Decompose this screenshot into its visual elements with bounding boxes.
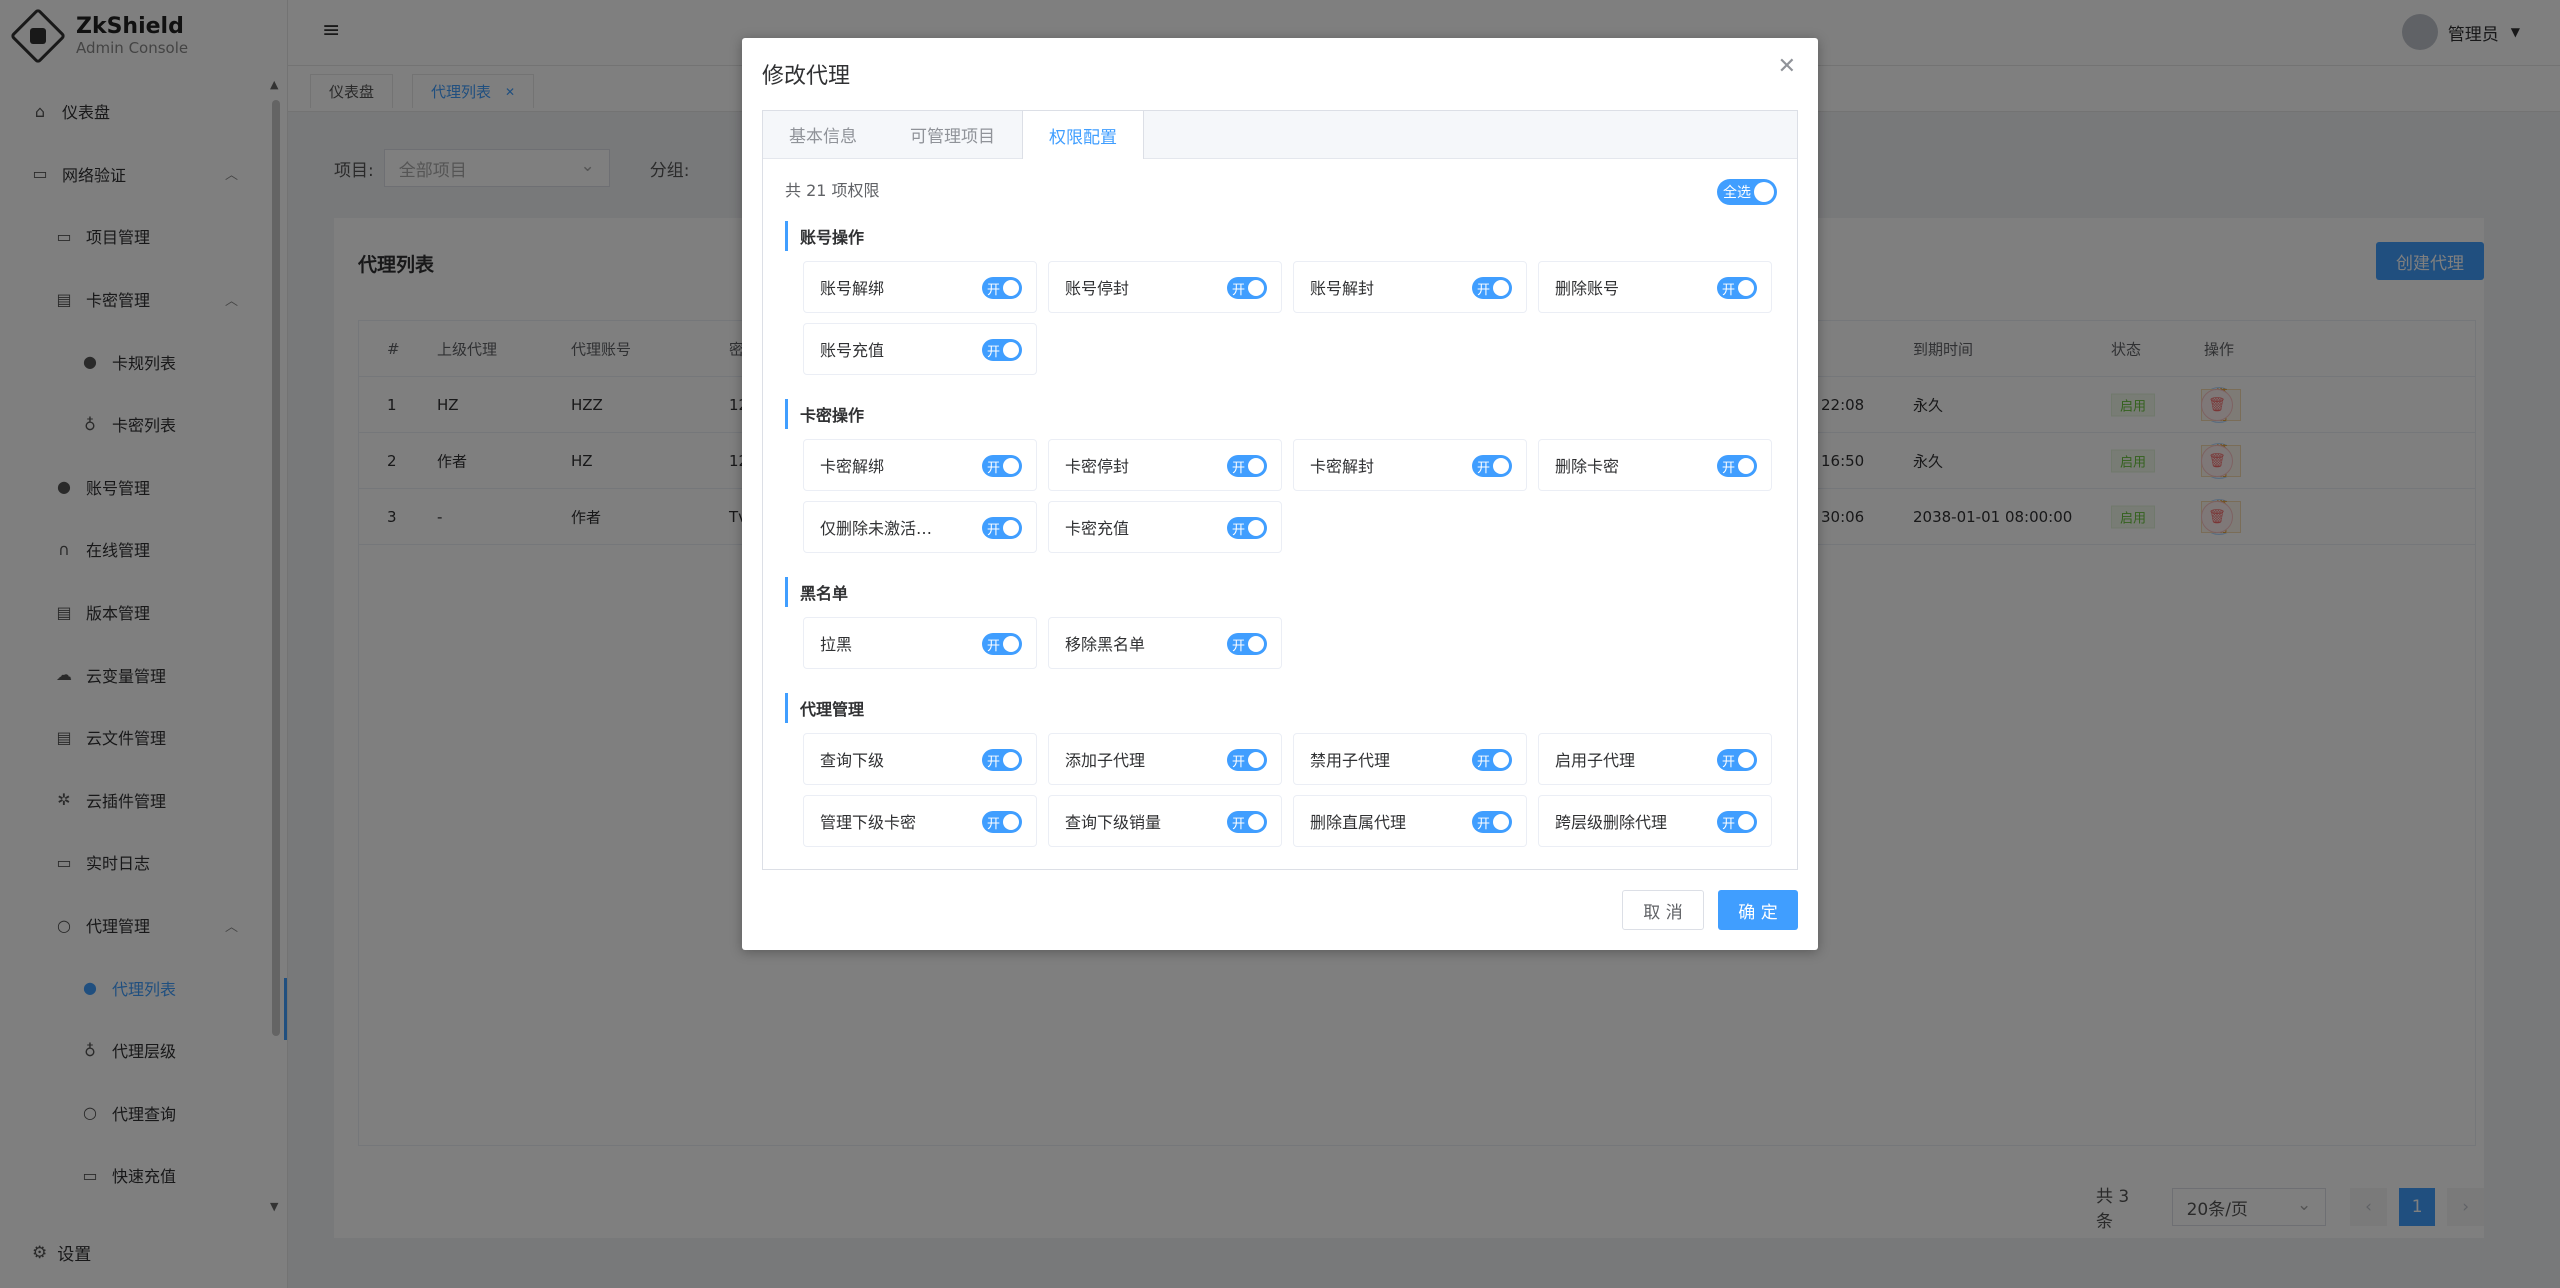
permission-switch[interactable]: 开 xyxy=(982,517,1022,539)
permission-item: 账号解封开 xyxy=(1293,261,1527,313)
permission-item: 账号停封开 xyxy=(1048,261,1282,313)
permission-item: 卡密停封开 xyxy=(1048,439,1282,491)
permission-switch[interactable]: 开 xyxy=(1472,455,1512,477)
edit-agent-dialog: 修改代理 ✕ 基本信息 可管理项目 权限配置 共 21 项权限 全选 账号操作 … xyxy=(742,38,1818,950)
permissions-panel: 共 21 项权限 全选 账号操作 账号解绑开 账号停封开 账号解封开 删除账号开… xyxy=(785,159,1777,869)
permission-item: 卡密解封开 xyxy=(1293,439,1527,491)
permission-switch[interactable]: 开 xyxy=(982,749,1022,771)
dialog-title: 修改代理 xyxy=(762,64,851,89)
permission-switch[interactable]: 开 xyxy=(1472,811,1512,833)
permission-switch[interactable]: 开 xyxy=(1717,811,1757,833)
permission-switch[interactable]: 开 xyxy=(1227,749,1267,771)
permission-count: 共 21 项权限 xyxy=(785,181,880,200)
permission-switch[interactable]: 开 xyxy=(982,277,1022,299)
cancel-button[interactable]: 取 消 xyxy=(1622,890,1704,930)
permission-item: 拉黑开 xyxy=(803,617,1037,669)
confirm-button[interactable]: 确 定 xyxy=(1718,890,1798,930)
permission-item: 卡密解绑开 xyxy=(803,439,1037,491)
dialog-body: 基本信息 可管理项目 权限配置 共 21 项权限 全选 账号操作 账号解绑开 账… xyxy=(762,110,1798,870)
tab-basic-info[interactable]: 基本信息 xyxy=(763,111,884,158)
permission-switch[interactable]: 开 xyxy=(1227,277,1267,299)
permission-item: 查询下级开 xyxy=(803,733,1037,785)
section-account-ops: 账号操作 账号解绑开 账号停封开 账号解封开 删除账号开 账号充值开 xyxy=(785,221,1777,397)
section-title: 账号操作 xyxy=(785,221,1777,251)
permission-item: 查询下级销量开 xyxy=(1048,795,1282,847)
permission-item: 删除账号开 xyxy=(1538,261,1772,313)
permission-item: 移除黑名单开 xyxy=(1048,617,1282,669)
permission-switch[interactable]: 开 xyxy=(1472,749,1512,771)
permission-item: 跨层级删除代理开 xyxy=(1538,795,1772,847)
permission-item: 启用子代理开 xyxy=(1538,733,1772,785)
dialog-footer: 取 消 确 定 xyxy=(1622,890,1798,930)
permission-item: 删除直属代理开 xyxy=(1293,795,1527,847)
permission-switch[interactable]: 开 xyxy=(1717,277,1757,299)
section-agent-management: 代理管理 查询下级开 添加子代理开 禁用子代理开 启用子代理开 管理下级卡密开 … xyxy=(785,693,1777,869)
close-icon[interactable]: ✕ xyxy=(1778,54,1796,79)
tab-managed-projects[interactable]: 可管理项目 xyxy=(884,111,1022,158)
permission-switch[interactable]: 开 xyxy=(1227,455,1267,477)
section-title: 黑名单 xyxy=(785,577,1777,607)
permission-item: 禁用子代理开 xyxy=(1293,733,1527,785)
section-blacklist: 黑名单 拉黑开 移除黑名单开 xyxy=(785,577,1777,691)
permission-switch[interactable]: 开 xyxy=(1717,749,1757,771)
permission-item: 账号充值开 xyxy=(803,323,1037,375)
permission-item: 仅删除未激活… 开 xyxy=(803,501,1037,553)
permission-item: 管理下级卡密开 xyxy=(803,795,1037,847)
dialog-tabs: 基本信息 可管理项目 权限配置 xyxy=(763,111,1797,159)
permission-item: 账号解绑开 xyxy=(803,261,1037,313)
permission-item: 添加子代理开 xyxy=(1048,733,1282,785)
permission-item: 卡密充值开 xyxy=(1048,501,1282,553)
section-title: 卡密操作 xyxy=(785,399,1777,429)
section-title: 代理管理 xyxy=(785,693,1777,723)
permission-switch[interactable]: 开 xyxy=(982,633,1022,655)
section-card-ops: 卡密操作 卡密解绑开 卡密停封开 卡密解封开 删除卡密开 仅删除未激活… 开 卡密… xyxy=(785,399,1777,575)
select-all-switch[interactable]: 全选 xyxy=(1717,179,1777,205)
permission-switch[interactable]: 开 xyxy=(1472,277,1512,299)
permission-switch[interactable]: 开 xyxy=(1227,633,1267,655)
tab-permissions[interactable]: 权限配置 xyxy=(1022,111,1144,159)
permission-switch[interactable]: 开 xyxy=(982,811,1022,833)
permission-count-row: 共 21 项权限 全选 xyxy=(785,159,1777,219)
permission-switch[interactable]: 开 xyxy=(1717,455,1757,477)
permission-switch[interactable]: 开 xyxy=(982,339,1022,361)
permission-item: 删除卡密开 xyxy=(1538,439,1772,491)
permission-switch[interactable]: 开 xyxy=(1227,811,1267,833)
permission-switch[interactable]: 开 xyxy=(982,455,1022,477)
permission-switch[interactable]: 开 xyxy=(1227,517,1267,539)
